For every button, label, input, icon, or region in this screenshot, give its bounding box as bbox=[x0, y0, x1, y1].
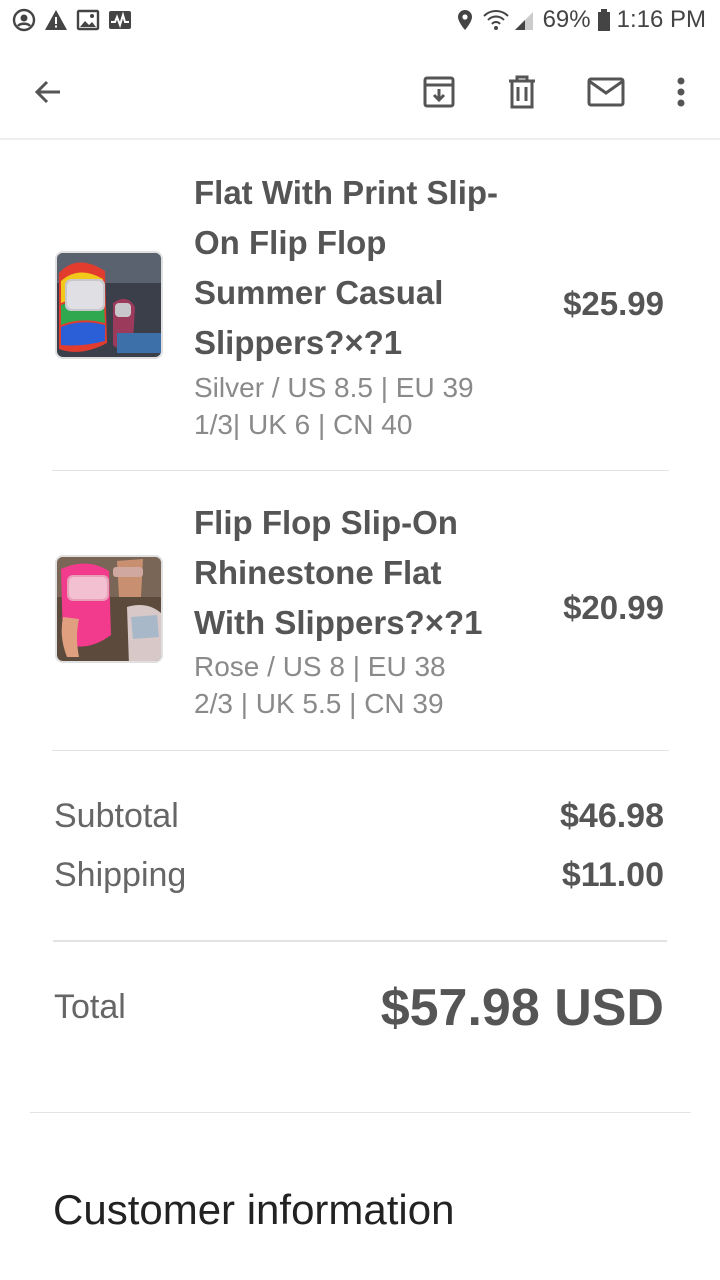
item-title-line: Flat With Print Slip- bbox=[194, 174, 499, 211]
shipping-label: Shipping bbox=[54, 856, 187, 894]
item-price: $20.99 bbox=[563, 589, 664, 626]
divider bbox=[30, 1112, 691, 1113]
clock: 1:16 PM bbox=[616, 6, 706, 33]
mail-icon bbox=[587, 77, 625, 107]
signal-icon bbox=[513, 8, 537, 32]
location-icon bbox=[453, 8, 477, 32]
activity-icon bbox=[108, 8, 132, 32]
item-title: Flip Flop Slip-On Rhinestone Flat With S… bbox=[194, 498, 524, 648]
subtotal-value: $46.98 bbox=[560, 797, 664, 835]
item-title-line: With Slippers?×?1 bbox=[194, 604, 483, 641]
divider bbox=[52, 750, 669, 751]
divider bbox=[53, 940, 667, 942]
product-image bbox=[55, 251, 163, 359]
back-button[interactable] bbox=[26, 70, 70, 114]
item-price: $25.99 bbox=[563, 285, 664, 322]
status-bar: 69% 1:16 PM bbox=[0, 0, 720, 44]
item-variant-line: 2/3 | UK 5.5 | CN 39 bbox=[194, 688, 444, 719]
item-variant-line: Rose / US 8 | EU 38 bbox=[194, 651, 446, 682]
item-title-line: Rhinestone Flat bbox=[194, 554, 442, 591]
app-bar bbox=[0, 44, 720, 140]
item-title: Flat With Print Slip- On Flip Flop Summe… bbox=[194, 168, 524, 368]
delete-icon bbox=[509, 75, 535, 109]
account-circle-icon bbox=[12, 8, 36, 32]
subtotal-label: Subtotal bbox=[54, 797, 179, 835]
wifi-icon bbox=[482, 8, 509, 32]
item-title-line: Summer Casual bbox=[194, 274, 444, 311]
item-title-line: Flip Flop Slip-On bbox=[194, 504, 458, 541]
archive-button[interactable] bbox=[417, 70, 461, 114]
battery-icon bbox=[597, 8, 611, 32]
warning-icon bbox=[44, 8, 68, 32]
customer-information-heading: Customer information bbox=[53, 1186, 455, 1233]
total-label: Total bbox=[54, 988, 126, 1026]
delete-button[interactable] bbox=[500, 70, 544, 114]
item-title-line: On Flip Flop bbox=[194, 224, 387, 261]
divider bbox=[52, 470, 669, 471]
total-value: $57.98 USD bbox=[380, 979, 664, 1037]
more-options-button[interactable] bbox=[659, 70, 703, 114]
item-variant: Rose / US 8 | EU 38 2/3 | UK 5.5 | CN 39 bbox=[194, 648, 524, 722]
image-icon bbox=[76, 8, 100, 32]
item-variant-line: Silver / US 8.5 | EU 39 bbox=[194, 372, 474, 403]
product-image bbox=[55, 555, 163, 663]
mail-button[interactable] bbox=[584, 70, 628, 114]
battery-percent: 69% bbox=[542, 6, 591, 33]
more-vert-icon bbox=[677, 77, 685, 107]
item-variant: Silver / US 8.5 | EU 39 1/3| UK 6 | CN 4… bbox=[194, 369, 524, 443]
archive-icon bbox=[423, 76, 455, 108]
back-arrow-icon bbox=[34, 80, 60, 104]
item-title-line: Slippers?×?1 bbox=[194, 324, 403, 361]
item-variant-line: 1/3| UK 6 | CN 40 bbox=[194, 409, 413, 440]
shipping-value: $11.00 bbox=[561, 856, 664, 894]
